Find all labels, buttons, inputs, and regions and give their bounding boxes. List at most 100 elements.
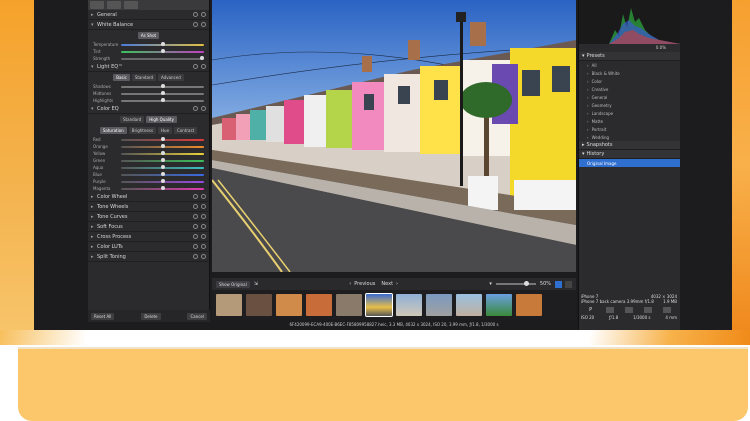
preset-item[interactable]: › General — [579, 93, 680, 101]
chevron-right-icon[interactable]: › — [396, 281, 398, 287]
toggle-icon[interactable] — [201, 64, 206, 69]
slider-knob[interactable] — [160, 41, 165, 46]
preset-item[interactable]: › Wedding — [579, 133, 680, 141]
slider-knob[interactable] — [160, 171, 165, 176]
slider-color-red[interactable]: Red — [88, 136, 209, 143]
thumbnail[interactable] — [276, 294, 302, 316]
section-color-luts[interactable]: ▸ Color LUTs — [88, 242, 209, 252]
slider-color-green[interactable]: Green — [88, 157, 209, 164]
slider-knob[interactable] — [160, 164, 165, 169]
chevron-left-icon[interactable]: ‹ — [349, 281, 351, 287]
toggle-icon[interactable] — [201, 106, 206, 111]
zoom-value[interactable]: 50% — [540, 281, 551, 287]
preset-item[interactable]: › Matte — [579, 117, 680, 125]
toggle-icon[interactable] — [201, 214, 206, 219]
thumbnail[interactable] — [216, 294, 242, 316]
slider-knob[interactable] — [160, 97, 165, 102]
thumbnail[interactable] — [456, 294, 482, 316]
fit-icon[interactable] — [555, 280, 563, 288]
tab-saturation[interactable]: Saturation — [99, 127, 127, 134]
slider-knob[interactable] — [160, 90, 165, 95]
slider-knob[interactable] — [199, 55, 204, 60]
slider-knob[interactable] — [160, 83, 165, 88]
slider-midtones[interactable]: Midtones — [88, 90, 209, 97]
reset-icon[interactable] — [193, 204, 198, 209]
tool-button[interactable] — [90, 1, 104, 9]
slider-highlights[interactable]: Highlights — [88, 97, 209, 104]
reset-icon[interactable] — [193, 22, 198, 27]
zoom-slider[interactable] — [495, 281, 536, 286]
slider-knob[interactable] — [160, 157, 165, 162]
wb-mode-select[interactable]: As Shot — [137, 32, 160, 39]
section-tone-curves[interactable]: ▸ Tone Curves — [88, 212, 209, 222]
zoom-knob[interactable] — [523, 281, 529, 286]
section-white-balance[interactable]: ▾ White Balance — [88, 20, 209, 30]
next-button[interactable]: Next — [381, 281, 393, 287]
thumbnail[interactable] — [246, 294, 272, 316]
cancel-button[interactable]: Cancel — [187, 312, 207, 320]
toggle-icon[interactable] — [201, 22, 206, 27]
photo-canvas[interactable] — [212, 0, 576, 272]
tool-button[interactable] — [124, 1, 138, 9]
section-soft-focus[interactable]: ▸ Soft Focus — [88, 222, 209, 232]
reset-icon[interactable] — [193, 224, 198, 229]
reset-icon[interactable] — [193, 194, 198, 199]
section-color-eq[interactable]: ▾ Color EQ — [88, 104, 209, 114]
section-general[interactable]: ▸ General — [88, 10, 209, 20]
preset-item[interactable]: › Black & White — [579, 69, 680, 77]
slider-knob[interactable] — [160, 185, 165, 190]
slider-knob[interactable] — [160, 150, 165, 155]
slider-strength[interactable]: Strength — [88, 55, 209, 62]
thumbnail[interactable] — [486, 294, 512, 316]
reset-icon[interactable] — [193, 12, 198, 17]
slider-knob[interactable] — [160, 136, 165, 141]
delete-button[interactable]: Delete — [141, 312, 161, 320]
toggle-icon[interactable] — [201, 254, 206, 259]
thumbnail-selected[interactable] — [365, 293, 393, 317]
preset-item[interactable]: › Creative — [579, 85, 680, 93]
compare-icon[interactable]: ⇲ — [254, 281, 258, 287]
preset-item[interactable]: › Landscape — [579, 109, 680, 117]
toggle-icon[interactable] — [201, 234, 206, 239]
tab-basic[interactable]: Basic — [113, 74, 130, 81]
tab-brightness[interactable]: Brightness — [128, 127, 157, 134]
quality-standard[interactable]: Standard — [120, 116, 145, 123]
preset-item[interactable]: › Portrait — [579, 125, 680, 133]
slider-color-aqua[interactable]: Aqua — [88, 164, 209, 171]
section-color-wheel[interactable]: ▸ Color Wheel — [88, 192, 209, 202]
preset-item[interactable]: › Geometry — [579, 101, 680, 109]
reset-icon[interactable] — [193, 106, 198, 111]
toggle-icon[interactable] — [201, 194, 206, 199]
reset-icon[interactable] — [193, 64, 198, 69]
thumbnail[interactable] — [396, 294, 422, 316]
quality-high[interactable]: High Quality — [146, 116, 177, 123]
slider-color-yellow[interactable]: Yellow — [88, 150, 209, 157]
reset-icon[interactable] — [193, 244, 198, 249]
snapshots-header[interactable]: ▸ Snapshots — [579, 141, 680, 150]
section-split-toning[interactable]: ▸ Split Toning — [88, 252, 209, 262]
history-header[interactable]: ▾ History — [579, 150, 680, 159]
show-original-button[interactable]: Show Original — [216, 280, 250, 288]
slider-shadows[interactable]: Shadows — [88, 83, 209, 90]
toggle-icon[interactable] — [201, 224, 206, 229]
actual-size-icon[interactable] — [565, 280, 573, 288]
thumbnail[interactable] — [516, 294, 542, 316]
section-light-eq[interactable]: ▾ Light EQ™ — [88, 62, 209, 72]
slider-tint[interactable]: Tint — [88, 48, 209, 55]
presets-header[interactable]: ▾ Presets — [579, 52, 680, 61]
preset-item[interactable]: › Color — [579, 77, 680, 85]
thumbnail[interactable] — [426, 294, 452, 316]
reset-icon[interactable] — [193, 214, 198, 219]
slider-color-magenta[interactable]: Magenta — [88, 185, 209, 192]
tab-advanced[interactable]: Advanced — [158, 74, 184, 81]
toggle-icon[interactable] — [201, 244, 206, 249]
slider-color-orange[interactable]: Orange — [88, 143, 209, 150]
thumbnail[interactable] — [306, 294, 332, 316]
reset-icon[interactable] — [193, 234, 198, 239]
zoom-out-icon[interactable]: ▾ — [489, 281, 492, 287]
reset-icon[interactable] — [193, 254, 198, 259]
toggle-icon[interactable] — [201, 204, 206, 209]
tab-contrast[interactable]: Contrast — [174, 127, 198, 134]
slider-color-purple[interactable]: Purple — [88, 178, 209, 185]
tab-hue[interactable]: Hue — [158, 127, 173, 134]
